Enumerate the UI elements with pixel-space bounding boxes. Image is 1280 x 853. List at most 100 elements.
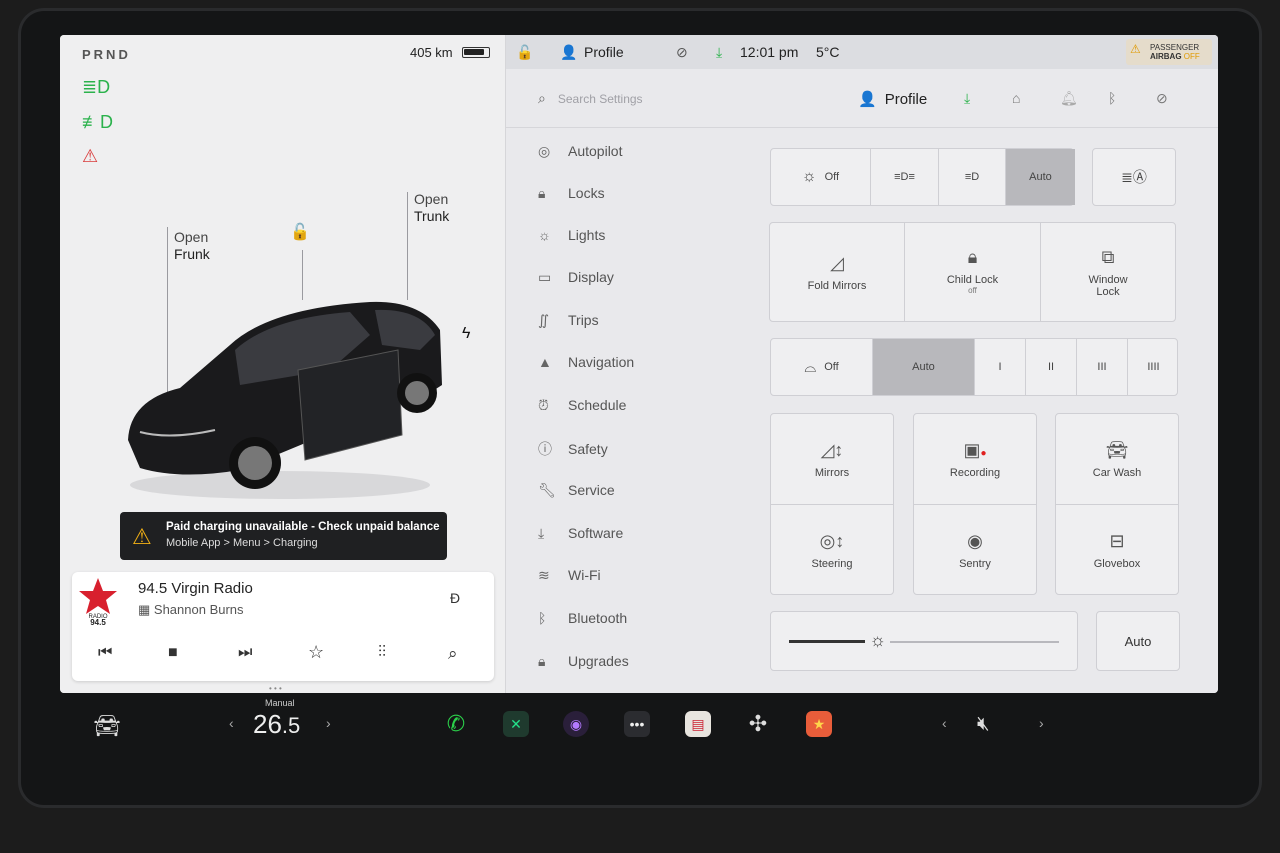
wipers-speed-2[interactable]: II (1026, 339, 1077, 395)
alert-title: Paid charging unavailable - Check unpaid… (166, 521, 440, 533)
more-apps-icon[interactable]: ••• (624, 711, 650, 737)
menu-wifi[interactable]: ≋ Wi-Fi (538, 567, 678, 584)
low-beam[interactable]: ≡D (939, 149, 1006, 205)
next-track-icon[interactable]: ⏭ (238, 644, 252, 662)
child-lock-label: Child Lock (946, 274, 999, 286)
search-settings[interactable]: ⌕ Search Settings (538, 90, 643, 107)
lock-status-icon[interactable]: 🔓 (516, 44, 533, 61)
audio-source-icon[interactable]: Ð (450, 590, 460, 606)
download-icon[interactable]: ⤓ (716, 44, 722, 61)
menu-bluetooth[interactable]: ᛒ Bluetooth (538, 610, 678, 626)
volume-down-chevron-icon[interactable]: ‹ (942, 715, 947, 731)
svg-text:94.5: 94.5 (90, 618, 106, 626)
car-wash-button[interactable]: 🚘︎ Car Wash (1055, 413, 1179, 505)
recording-button[interactable]: ▣● Recording (913, 413, 1037, 505)
calendar-app-icon[interactable]: ▤ (685, 711, 711, 737)
window-lock-label: Window (1088, 274, 1128, 286)
car-icon[interactable]: 🚘︎ (93, 713, 121, 739)
wipers-speed-4[interactable]: IIII (1128, 339, 1179, 395)
glovebox-label: Glovebox (1093, 558, 1141, 570)
menu-display[interactable]: ▭ Display (538, 269, 678, 286)
mirror-adjust-icon: ◿↕ (820, 440, 844, 460)
menu-lights[interactable]: ☼ Lights (538, 227, 678, 243)
menu-schedule-label: Schedule (568, 397, 627, 413)
glovebox-button[interactable]: ⊟ Glovebox (1055, 504, 1179, 595)
unlock-icon[interactable]: 🔓 (290, 222, 310, 242)
touchscreen: PRND 405 km ≣D ≢D ⚠ Open Frunk Open Trun… (60, 35, 1218, 693)
menu-navigation[interactable]: ▲ Navigation (538, 354, 678, 370)
media-player: RADIO 94.5 94.5 Virgin Radio ▦ Shannon B… (72, 572, 494, 681)
search-settings-placeholder: Search Settings (557, 92, 643, 106)
child-lock-button[interactable]: 🔒︎ Child Lock off (904, 222, 1041, 322)
previous-track-icon[interactable]: ⏮ (98, 644, 112, 662)
wipers-speed-1[interactable]: I (975, 339, 1026, 395)
headlights-off[interactable]: ☼ Off (771, 149, 871, 205)
seatbelt-warning-icon: ⚠ (82, 146, 99, 166)
menu-safety-label: Safety (568, 441, 608, 457)
frunk-label: Frunk (174, 246, 210, 262)
camera-app-icon[interactable]: ◉ (563, 711, 589, 737)
temp-up-chevron-icon[interactable]: › (326, 715, 331, 731)
fold-mirrors-button[interactable]: ◿ Fold Mirrors (769, 222, 905, 322)
menu-locks[interactable]: 🔒︎ Locks (538, 185, 678, 202)
open-frunk-button[interactable]: Open Frunk (174, 229, 210, 263)
menu-wifi-label: Wi-Fi (568, 567, 601, 583)
volume-up-chevron-icon[interactable]: › (1039, 715, 1044, 731)
sentry-button[interactable]: ◉ Sentry (913, 504, 1037, 595)
bluetooth-icon[interactable]: ᛒ (1108, 90, 1116, 106)
clock: 12:01 pm (740, 44, 799, 60)
toybox-app-icon[interactable]: ★ (806, 711, 832, 737)
mute-speaker-icon[interactable]: 🔇︎ (977, 713, 990, 736)
shuffle-app-icon[interactable]: ✕ (503, 711, 529, 737)
temp-down-chevron-icon[interactable]: ‹ (229, 715, 234, 731)
parking-lights[interactable]: ≡D≡ (871, 149, 939, 205)
bluetooth-icon: ᛒ (538, 610, 547, 626)
header-divider (506, 127, 1218, 128)
menu-safety[interactable]: ⓘ Safety (538, 439, 678, 459)
brightness-auto-button[interactable]: Auto (1096, 611, 1180, 671)
brightness-slider[interactable]: ☼ (770, 611, 1078, 671)
favorite-star-icon[interactable]: ☆ (308, 642, 324, 663)
phone-icon[interactable]: ✆ (443, 711, 469, 737)
wipers-speed-1-label: I (998, 361, 1002, 373)
charge-port-icon[interactable]: ϟ (462, 325, 470, 343)
fan-icon[interactable]: ✣ (745, 711, 771, 737)
wipers-off-label: Off (824, 361, 839, 373)
frunk-label-open: Open (174, 229, 209, 245)
status-profile[interactable]: Profile (584, 44, 624, 60)
sun-icon: ☼ (538, 227, 551, 243)
window-lock-button[interactable]: ⧉ Window Lock (1040, 222, 1176, 322)
menu-autopilot[interactable]: ◎ Autopilot (538, 143, 678, 160)
brightness-sun-icon[interactable]: ☼ (865, 630, 890, 651)
search-icon[interactable]: ⌕ (448, 644, 458, 664)
open-trunk-button[interactable]: Open Trunk (414, 191, 449, 225)
steering-adjust-button[interactable]: ◎↕ Steering (770, 504, 894, 595)
wipers-auto[interactable]: Auto (873, 339, 975, 395)
wipers-speed-3[interactable]: III (1077, 339, 1128, 395)
homelink-icon[interactable]: ⌂ (1012, 90, 1020, 106)
menu-service[interactable]: 🔧︎ Service (538, 482, 678, 499)
cabin-temperature[interactable]: 26.5 (253, 709, 300, 740)
headlights-auto[interactable]: Auto (1006, 149, 1075, 205)
passenger-airbag-status: ⚠ PASSENGER AIRBAG OFF (1126, 39, 1212, 65)
charging-alert[interactable]: ⚠ Paid charging unavailable - Check unpa… (120, 512, 447, 560)
equalizer-icon[interactable]: ⫶⫶ (378, 644, 386, 662)
menu-upgrades[interactable]: 🔒︎ Upgrades (538, 653, 678, 670)
wipers-speed-3-label: III (1097, 361, 1107, 373)
notification-bell-icon[interactable]: 🔔︎ (1060, 90, 1078, 107)
menu-software[interactable]: ⤓ Software (538, 525, 678, 542)
stop-icon[interactable]: ■ (168, 644, 178, 662)
wipers-off[interactable]: ⌓ Off (771, 339, 873, 395)
menu-trips[interactable]: ∬ Trips (538, 312, 678, 329)
settings-profile-label: Profile (884, 91, 928, 108)
warning-icon: ⚠ (132, 524, 152, 549)
settings-profile[interactable]: 👤 Profile (858, 90, 927, 108)
status-bar: 🔓 👤 Profile ⊘ ⤓ 12:01 pm 5°C ⚠ PASSENGER… (506, 35, 1218, 69)
mirrors-adjust-button[interactable]: ◿↕ Mirrors (770, 413, 894, 505)
auto-high-beam[interactable]: ≣Ⓐ (1092, 148, 1176, 206)
parking-lights-icon: ≡D≡ (894, 171, 915, 183)
download-icon[interactable]: ⤓ (964, 90, 970, 107)
sun-icon: ☼ (801, 168, 817, 185)
fog-light-icon: ≢D (82, 112, 113, 132)
menu-schedule[interactable]: ⏰︎ Schedule (538, 397, 678, 414)
